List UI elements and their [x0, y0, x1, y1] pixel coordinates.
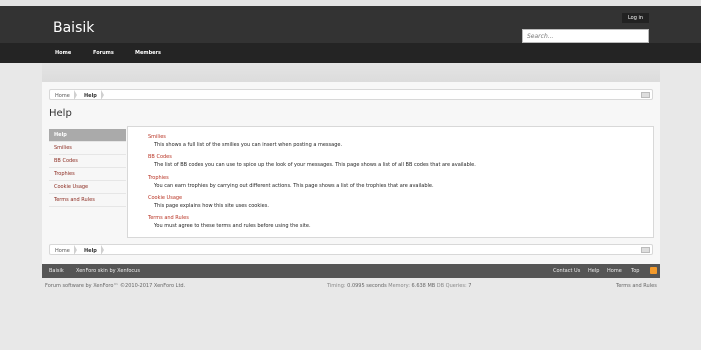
entry-description: This shows a full list of the smilies yo…: [154, 142, 343, 148]
rss-icon[interactable]: [650, 267, 657, 274]
nav-tab-forums[interactable]: Forums: [93, 50, 114, 56]
jump-menu-icon[interactable]: [641, 92, 650, 98]
breadcrumb-current[interactable]: Help: [84, 248, 97, 254]
sidebar-item-cookie-usage[interactable]: Cookie Usage: [49, 181, 126, 194]
entry-title-bb-codes[interactable]: BB Codes: [148, 154, 476, 160]
memory-value: 6.638 MB: [411, 283, 436, 289]
breadcrumb-arrow: [74, 90, 77, 100]
breadcrumb-home[interactable]: Home: [55, 248, 70, 254]
sidebar-item-smilies[interactable]: Smilies: [49, 142, 126, 155]
memory-label: Memory:: [388, 283, 410, 289]
help-entry: Terms and Rules You must agree to these …: [148, 215, 311, 229]
footer-link-top[interactable]: Top: [631, 268, 639, 274]
timing-label: Timing:: [327, 283, 346, 289]
footer-bar: Baisik XenForo skin by Xenfocus Contact …: [42, 264, 660, 278]
sub-navigation: [42, 63, 660, 82]
footer-terms-link[interactable]: Terms and Rules: [616, 283, 657, 289]
footer-link-help[interactable]: Help: [588, 268, 599, 274]
db-queries-label: DB Queries:: [436, 283, 467, 289]
debug-stats: Timing: 0.0995 seconds Memory: 6.638 MB …: [327, 283, 471, 289]
help-sidebar: Help Smilies BB Codes Trophies Cookie Us…: [49, 129, 126, 207]
page-title: Help: [49, 108, 72, 119]
login-link[interactable]: Log in: [622, 13, 649, 23]
breadcrumb-home[interactable]: Home: [55, 93, 70, 99]
breadcrumb-arrow: [74, 245, 77, 255]
footer-link-contact[interactable]: Contact Us: [553, 268, 580, 274]
search-input[interactable]: [522, 29, 649, 43]
breadcrumb: Home Help: [49, 89, 653, 100]
help-entry: Smilies This shows a full list of the sm…: [148, 134, 342, 148]
help-entry: Cookie Usage This page explains how this…: [148, 195, 269, 209]
help-entry: Trophies You can earn trophies by carryi…: [148, 175, 434, 189]
entry-title-trophies[interactable]: Trophies: [148, 175, 434, 181]
site-header: Baisik Log in: [0, 6, 701, 43]
footer-link-home[interactable]: Home: [607, 268, 622, 274]
nav-bar: Home Forums Members: [0, 43, 701, 63]
breadcrumb-current[interactable]: Help: [84, 93, 97, 99]
entry-description: The list of BB codes you can use to spic…: [154, 162, 476, 168]
breadcrumb-bottom: Home Help: [49, 244, 653, 255]
entry-description: This page explains how this site uses co…: [154, 203, 269, 209]
help-entry: BB Codes The list of BB codes you can us…: [148, 154, 476, 168]
entry-description: You must agree to these terms and rules …: [154, 223, 311, 229]
nav-tab-home[interactable]: Home: [55, 50, 71, 56]
entry-title-cookie-usage[interactable]: Cookie Usage: [148, 195, 269, 201]
entry-title-terms[interactable]: Terms and Rules: [148, 215, 311, 221]
jump-menu-icon[interactable]: [641, 247, 650, 253]
db-queries-value: 7: [468, 283, 472, 289]
entry-title-smilies[interactable]: Smilies: [148, 134, 342, 140]
sidebar-item-help[interactable]: Help: [49, 129, 126, 142]
breadcrumb-arrow: [101, 245, 104, 255]
footer-skin-credit[interactable]: XenForo skin by Xenfocus: [76, 268, 140, 274]
timing-value: 0.0995 seconds: [347, 283, 387, 289]
copyright-text[interactable]: Forum software by XenForo™ ©2010-2017 Xe…: [45, 283, 185, 289]
sidebar-item-bb-codes[interactable]: BB Codes: [49, 155, 126, 168]
breadcrumb-arrow: [101, 90, 104, 100]
sidebar-item-trophies[interactable]: Trophies: [49, 168, 126, 181]
help-content: Smilies This shows a full list of the sm…: [127, 126, 654, 238]
sidebar-item-terms[interactable]: Terms and Rules: [49, 194, 126, 207]
site-logo[interactable]: Baisik: [53, 20, 94, 36]
nav-tab-members[interactable]: Members: [135, 50, 161, 56]
footer-site-link[interactable]: Baisik: [49, 268, 64, 274]
entry-description: You can earn trophies by carrying out di…: [154, 183, 434, 189]
